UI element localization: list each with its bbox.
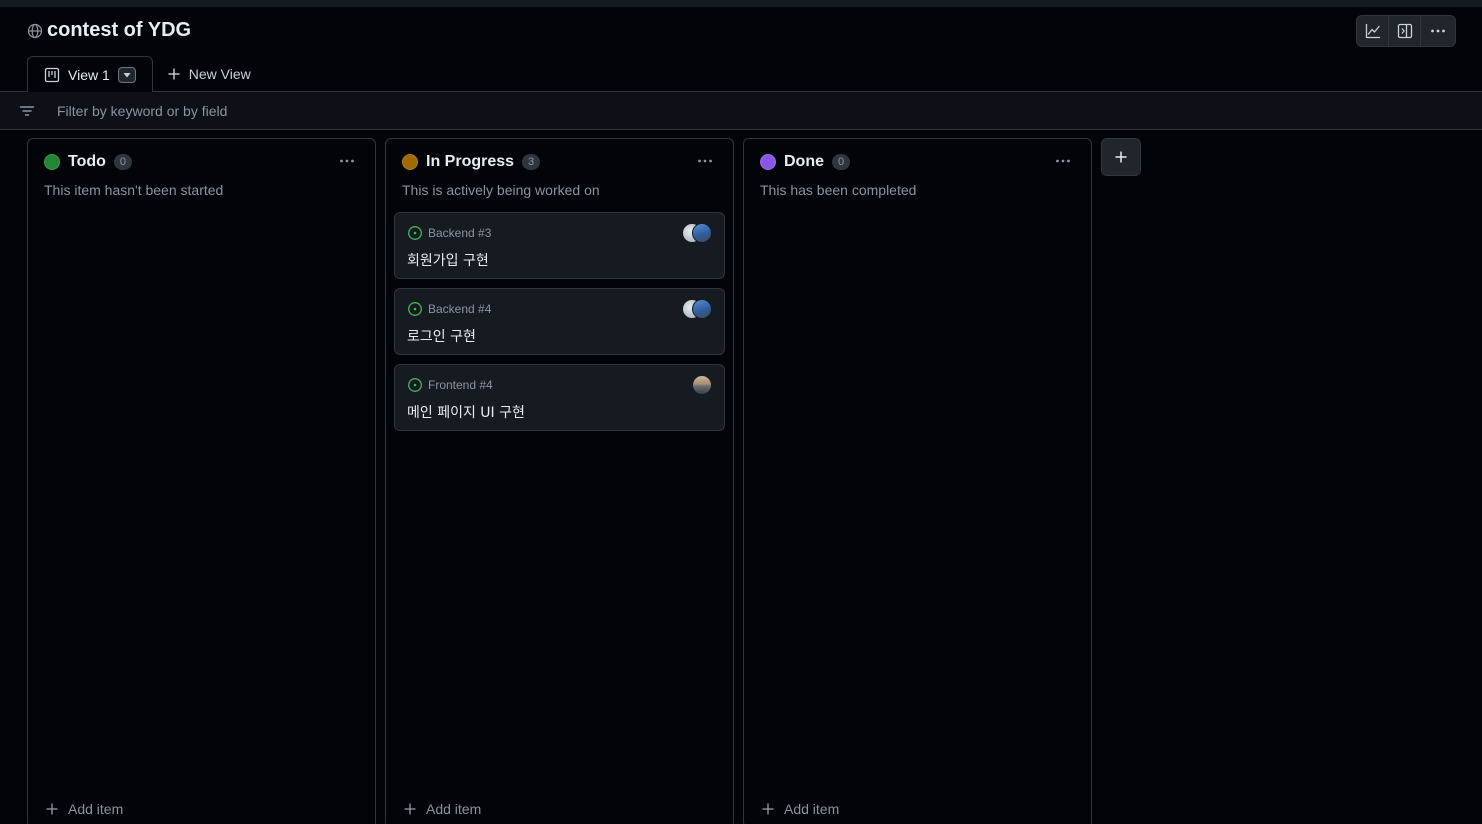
assignee-avatars xyxy=(682,299,712,319)
board: Todo 0 This item hasn't been started Add… xyxy=(27,138,1141,824)
board-card[interactable]: Backend #4 로그인 구현 xyxy=(394,288,725,355)
project-board-icon xyxy=(44,67,60,83)
new-view-button[interactable]: New View xyxy=(153,55,265,92)
card-meta: Backend #3 xyxy=(407,225,491,241)
column-name: Todo xyxy=(68,153,106,170)
column-menu-button[interactable] xyxy=(691,151,719,171)
column-menu-button[interactable] xyxy=(1049,151,1077,171)
status-dot xyxy=(760,154,776,170)
kebab-horizontal-icon xyxy=(1056,159,1070,163)
sidebar-icon xyxy=(1397,23,1412,39)
plus-icon xyxy=(1115,151,1127,163)
side-panel-button[interactable] xyxy=(1389,16,1421,46)
triangle-down-icon xyxy=(123,73,131,78)
add-item-button[interactable]: Add item xyxy=(403,801,481,817)
column-description: This has been completed xyxy=(760,182,917,198)
column-in-progress: In Progress 3 This is actively being wor… xyxy=(385,138,734,824)
issue-opened-icon xyxy=(408,378,422,392)
card-title[interactable]: 메인 페이지 UI 구현 xyxy=(407,402,525,422)
column-header: Done 0 xyxy=(760,153,850,171)
column-header: Todo 0 xyxy=(44,153,132,171)
project-more-button[interactable] xyxy=(1421,16,1455,46)
add-column-button[interactable] xyxy=(1101,138,1141,176)
card-list: Backend #3 회원가입 구현 Backend #4 로그인 구현 Fro… xyxy=(394,212,725,431)
tab-label: View 1 xyxy=(68,67,110,83)
assignee-avatars xyxy=(682,223,712,243)
column-count-badge: 0 xyxy=(113,154,132,170)
column-menu-button[interactable] xyxy=(333,151,361,171)
plus-icon xyxy=(46,803,58,815)
filter-icon[interactable] xyxy=(19,103,35,119)
column-name: Done xyxy=(784,153,824,170)
view-options-button[interactable] xyxy=(117,67,136,83)
kebab-horizontal-icon xyxy=(698,159,712,163)
insights-button[interactable] xyxy=(1357,16,1389,46)
globe-icon xyxy=(27,23,43,39)
issue-opened-icon xyxy=(408,302,422,316)
tab-view-1[interactable]: View 1 xyxy=(27,56,153,93)
plus-icon xyxy=(762,803,774,815)
new-view-label: New View xyxy=(188,65,251,82)
avatar[interactable] xyxy=(692,223,712,243)
page-title: contest of YDG xyxy=(47,19,192,41)
top-strip xyxy=(0,0,1482,7)
project-header: contest of YDG View 1 New View xyxy=(0,7,1482,93)
header-actions xyxy=(1356,15,1456,47)
board-card[interactable]: Frontend #4 메인 페이지 UI 구현 xyxy=(394,364,725,431)
issue-opened-icon xyxy=(408,226,422,240)
graph-icon xyxy=(1365,23,1380,39)
status-dot xyxy=(402,154,418,170)
card-ref[interactable]: Backend #3 xyxy=(428,226,491,240)
add-item-button[interactable]: Add item xyxy=(761,801,839,817)
kebab-horizontal-icon xyxy=(340,159,354,163)
board-card[interactable]: Backend #3 회원가입 구현 xyxy=(394,212,725,279)
kebab-horizontal-icon xyxy=(1431,29,1445,33)
avatar[interactable] xyxy=(692,375,712,395)
add-item-label: Add item xyxy=(426,801,482,817)
card-title[interactable]: 로그인 구현 xyxy=(407,326,476,346)
column-description: This item hasn't been started xyxy=(44,182,224,198)
card-ref[interactable]: Frontend #4 xyxy=(428,378,493,392)
status-dot xyxy=(44,154,60,170)
column-header: In Progress 3 xyxy=(402,153,541,171)
filter-bar xyxy=(0,92,1482,130)
plus-icon xyxy=(168,68,180,79)
view-tabs: View 1 New View xyxy=(27,55,265,93)
card-ref[interactable]: Backend #4 xyxy=(428,302,491,316)
add-item-label: Add item xyxy=(784,801,840,817)
assignee-avatars xyxy=(692,375,712,395)
card-title[interactable]: 회원가입 구현 xyxy=(407,250,489,270)
column-name: In Progress xyxy=(426,153,515,170)
plus-icon xyxy=(404,803,416,815)
column-description: This is actively being worked on xyxy=(402,182,600,198)
card-meta: Backend #4 xyxy=(407,301,491,317)
card-meta: Frontend #4 xyxy=(407,377,493,393)
column-done: Done 0 This has been completed Add item xyxy=(743,138,1092,824)
avatar[interactable] xyxy=(692,299,712,319)
column-count-badge: 3 xyxy=(522,154,541,170)
column-todo: Todo 0 This item hasn't been started Add… xyxy=(27,138,376,824)
add-item-label: Add item xyxy=(68,801,124,817)
add-item-button[interactable]: Add item xyxy=(45,801,123,817)
project-title-row: contest of YDG xyxy=(27,19,191,42)
column-count-badge: 0 xyxy=(832,154,850,170)
filter-input[interactable] xyxy=(57,102,657,119)
